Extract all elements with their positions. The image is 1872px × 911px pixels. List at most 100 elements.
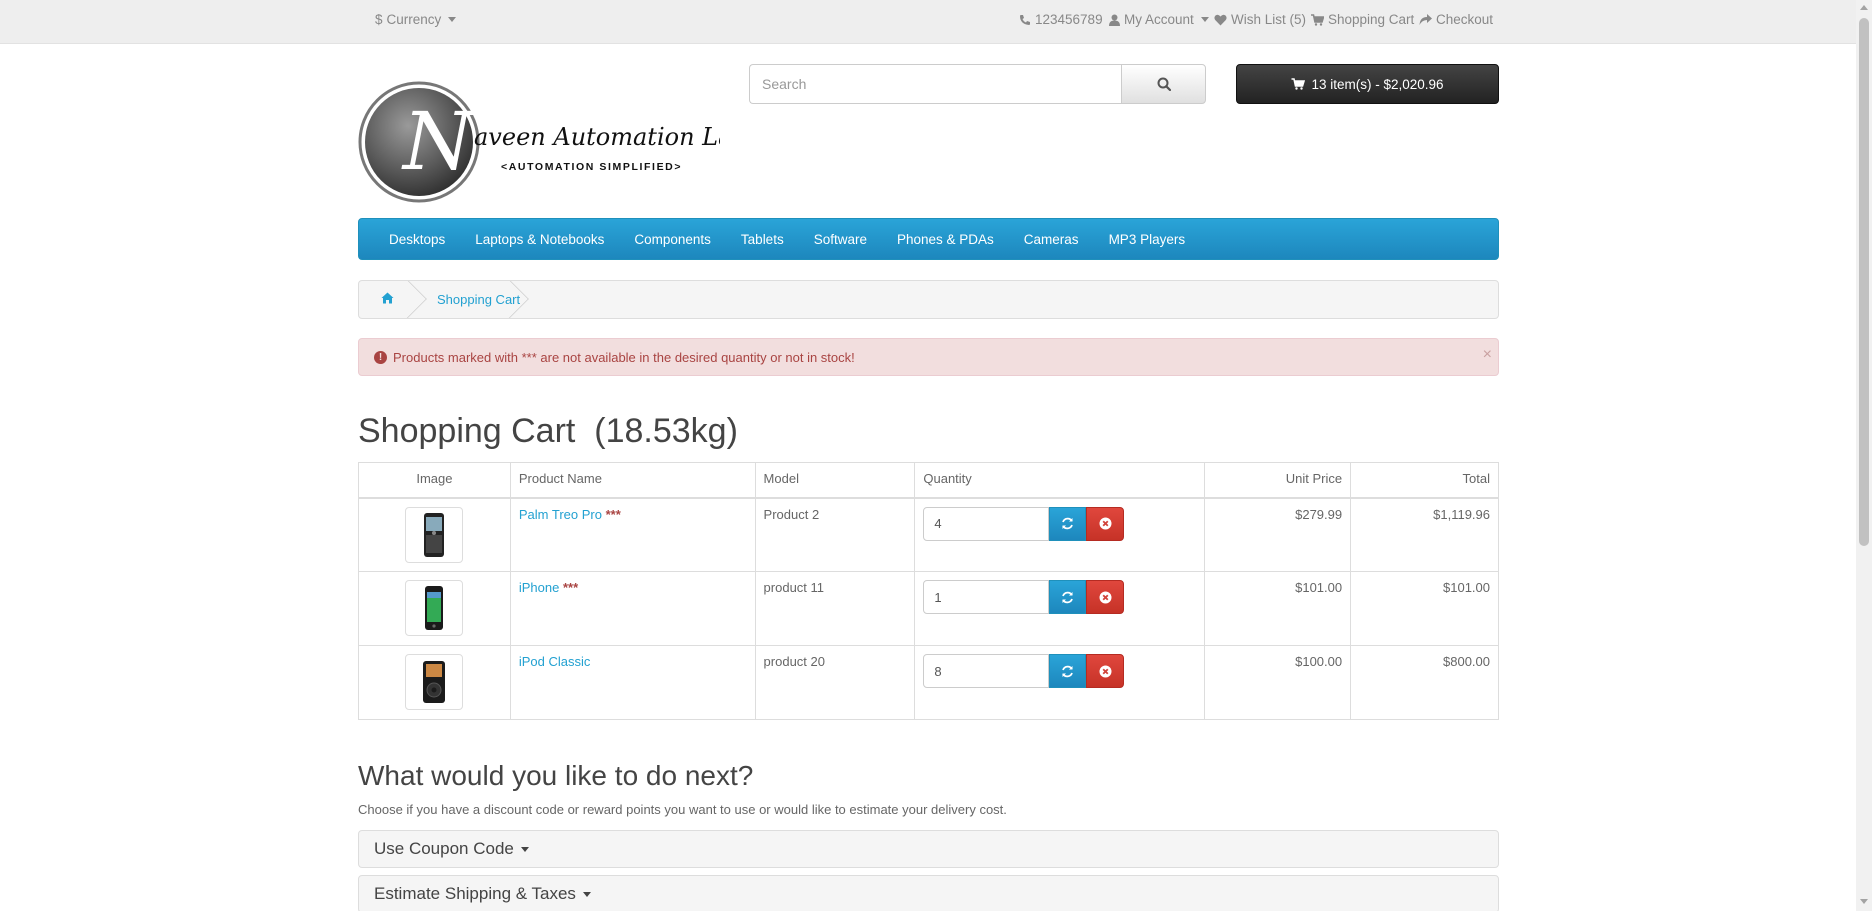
exclamation-circle-icon: ! (374, 350, 387, 364)
panel-title: Estimate Shipping & Taxes (374, 884, 576, 903)
menu-item-mp3-players[interactable]: MP3 Players (1109, 232, 1186, 247)
product-link[interactable]: iPod Classic (519, 654, 591, 669)
remove-button[interactable] (1086, 580, 1125, 614)
chevron-down-icon (448, 17, 457, 22)
wish-list-label: Wish List (5) (1231, 12, 1307, 27)
refresh-icon (1062, 517, 1074, 530)
checkout-label: Checkout (1436, 12, 1494, 27)
remove-button[interactable] (1086, 506, 1125, 541)
heart-icon (1214, 14, 1227, 25)
cart-total-label: 13 item(s) - $2,020.96 (1311, 76, 1444, 92)
breadcrumb-separator (387, 281, 427, 318)
cart-icon (1311, 13, 1324, 26)
header-model: Model (754, 462, 916, 499)
next-steps-title: What would you like to do next? (358, 760, 754, 791)
product-model: Product 2 (754, 497, 916, 572)
phone-icon (1020, 14, 1030, 25)
update-button[interactable] (1049, 654, 1087, 688)
unit-price: $101.00 (1204, 571, 1352, 646)
category-menu: Desktops Laptops & Notebooks Components … (358, 218, 1499, 260)
panel-title: Use Coupon Code (374, 839, 514, 858)
stock-flag: *** (605, 506, 621, 522)
my-account-label: My Account (1124, 12, 1194, 27)
menu-item-software[interactable]: Software (814, 232, 867, 247)
product-thumbnail-palm-treo-pro[interactable] (405, 506, 464, 563)
logo-letter: N (401, 95, 476, 188)
header-unit-price: Unit Price (1204, 462, 1352, 499)
search-button[interactable] (1121, 64, 1206, 104)
product-thumbnail-ipod-classic[interactable] (405, 654, 464, 710)
menu-item-laptops-notebooks[interactable]: Laptops & Notebooks (475, 232, 604, 247)
page-title: Shopping Cart (18.53kg) (358, 412, 738, 450)
row-total: $101.00 (1350, 571, 1499, 646)
remove-button[interactable] (1086, 654, 1125, 688)
table-row: Palm Treo Pro *** Product 2 $279.99 $1,1… (358, 497, 1499, 572)
share-icon (1419, 13, 1432, 25)
cart-table: Image Product Name Model Quantity Unit P… (358, 462, 1499, 720)
quantity-input[interactable] (923, 654, 1050, 688)
header-total: Total (1350, 462, 1499, 499)
quantity-input[interactable] (923, 506, 1050, 541)
row-total: $1,119.96 (1350, 497, 1499, 572)
phone-number: 123456789 (1035, 12, 1103, 27)
stock-flag: *** (562, 580, 579, 595)
shopping-cart-label: Shopping Cart (1328, 12, 1415, 27)
store-logo[interactable]: N aveen Automation Labs <AUTOMATION SIMP… (358, 81, 760, 203)
menu-item-desktops[interactable]: Desktops (389, 232, 445, 247)
search-icon (1157, 77, 1171, 91)
scroll-down-icon[interactable] (1860, 899, 1868, 904)
breadcrumb: Shopping Cart (358, 280, 1499, 319)
quantity-input[interactable] (923, 580, 1050, 614)
refresh-icon (1062, 665, 1074, 677)
my-account-dropdown[interactable]: My Account (1109, 12, 1209, 27)
user-icon (1109, 14, 1120, 26)
page-scrollbar[interactable] (1856, 0, 1872, 911)
currency-dropdown[interactable]: $ Currency (375, 12, 457, 27)
top-bar: $ Currency 123456789 My Account Wish Lis… (0, 0, 1856, 44)
alert-message: Products marked with *** are not availab… (393, 349, 855, 365)
coupon-panel-toggle[interactable]: Use Coupon Code (358, 830, 1499, 868)
search-input[interactable] (749, 64, 1122, 104)
menu-item-phones-pdas[interactable]: Phones & PDAs (897, 232, 994, 247)
checkout-link[interactable]: Checkout (1419, 12, 1493, 27)
scrollbar-thumb[interactable] (1859, 18, 1869, 546)
chevron-down-icon (1200, 17, 1209, 22)
times-circle-icon (1099, 665, 1112, 677)
logo-subtitle: <AUTOMATION SIMPLIFIED> (501, 161, 682, 173)
close-icon[interactable]: × (1483, 346, 1492, 364)
product-link[interactable]: iPhone (519, 580, 559, 595)
unit-price: $100.00 (1204, 645, 1352, 720)
currency-symbol: $ (375, 12, 383, 27)
phone-link[interactable]: 123456789 (1019, 12, 1103, 27)
scroll-up-icon[interactable] (1860, 5, 1868, 10)
wish-list-link[interactable]: Wish List (5) (1214, 12, 1306, 27)
cart-total-button[interactable]: 13 item(s) - $2,020.96 (1236, 64, 1499, 104)
product-model: product 11 (754, 571, 916, 646)
menu-item-components[interactable]: Components (634, 232, 711, 247)
unit-price: $279.99 (1204, 497, 1352, 572)
product-model: product 20 (754, 645, 916, 720)
table-row: iPhone *** product 11 $101.00 $101.00 (358, 571, 1499, 646)
breadcrumb-separator (489, 281, 529, 318)
stock-alert: ! Products marked with *** are not avail… (358, 338, 1499, 376)
product-link[interactable]: Palm Treo Pro (519, 507, 602, 522)
currency-label: Currency (386, 12, 442, 27)
row-total: $800.00 (1350, 645, 1499, 720)
shipping-panel-toggle[interactable]: Estimate Shipping & Taxes (358, 875, 1499, 911)
cart-icon (1291, 78, 1306, 90)
menu-item-cameras[interactable]: Cameras (1024, 232, 1079, 247)
chevron-down-icon (520, 846, 529, 852)
table-header-row: Image Product Name Model Quantity Unit P… (358, 462, 1499, 499)
next-steps-description: Choose if you have a discount code or re… (358, 802, 1007, 817)
times-circle-icon (1099, 591, 1112, 603)
chevron-down-icon (582, 891, 591, 897)
table-row: iPod Classic product 20 $100.00 $800.00 (358, 645, 1499, 720)
menu-item-tablets[interactable]: Tablets (741, 232, 784, 247)
shopping-cart-link[interactable]: Shopping Cart (1311, 12, 1414, 27)
logo-title: aveen Automation Labs (474, 123, 720, 151)
update-button[interactable] (1049, 506, 1087, 541)
update-button[interactable] (1049, 580, 1087, 614)
refresh-icon (1062, 591, 1074, 603)
header-image: Image (358, 462, 511, 499)
product-thumbnail-iphone[interactable] (405, 580, 464, 636)
